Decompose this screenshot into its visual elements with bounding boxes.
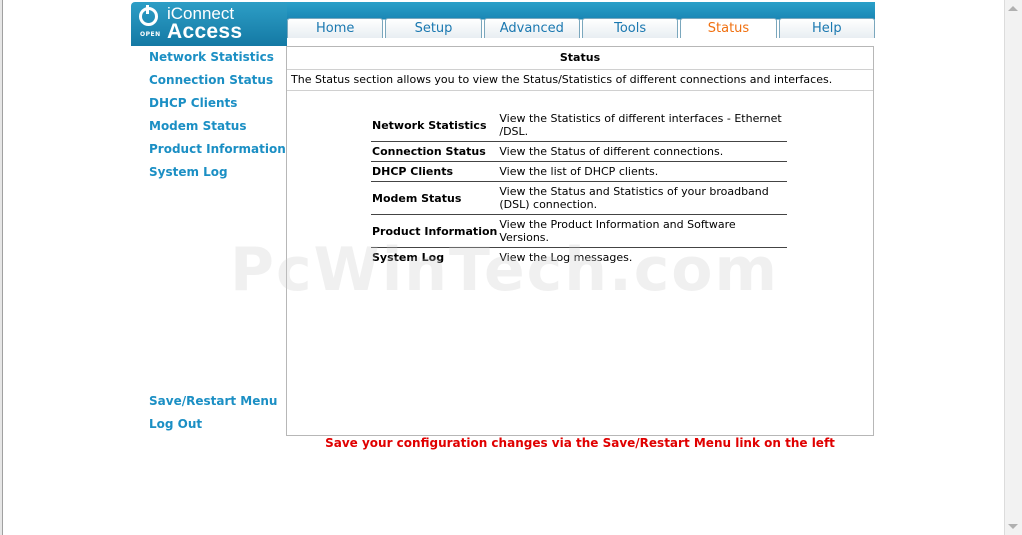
sidebar-item-connection-status[interactable]: Connection Status bbox=[149, 73, 273, 87]
row-description: View the Product Information and Softwar… bbox=[498, 214, 787, 248]
table-row: Connection Status View the Status of dif… bbox=[371, 141, 787, 162]
table-row: DHCP Clients View the list of DHCP clien… bbox=[371, 161, 787, 182]
save-reminder-notice: Save your configuration changes via the … bbox=[325, 436, 835, 450]
row-name: Network Statistics bbox=[371, 109, 499, 142]
table-row: System Log View the Log messages. bbox=[371, 248, 787, 268]
row-description: View the Status and Statistics of your b… bbox=[498, 181, 787, 215]
row-name: System Log bbox=[372, 251, 445, 264]
row-name: DHCP Clients bbox=[371, 161, 499, 182]
page-title: Status bbox=[287, 47, 873, 70]
tab-home[interactable]: Home bbox=[287, 18, 384, 38]
main-tabs: Home Setup Advanced Tools Status Help bbox=[287, 18, 875, 38]
table-row: Modem Status View the Status and Statist… bbox=[371, 181, 787, 215]
tab-setup[interactable]: Setup bbox=[385, 18, 482, 38]
page-intro: The Status section allows you to view th… bbox=[287, 70, 873, 91]
vertical-scrollbar[interactable] bbox=[1004, 0, 1022, 535]
scroll-down-arrow-icon[interactable] bbox=[1008, 524, 1018, 529]
sidebar-item-dhcp-clients[interactable]: DHCP Clients bbox=[149, 96, 237, 110]
row-name: Product Information bbox=[371, 214, 499, 248]
row-description: View the Status of different connections… bbox=[498, 141, 787, 162]
row-description: View the Log messages. bbox=[499, 251, 633, 264]
scroll-up-arrow-icon[interactable] bbox=[1008, 6, 1018, 11]
tab-help[interactable]: Help bbox=[778, 18, 875, 38]
sidebar-item-modem-status[interactable]: Modem Status bbox=[149, 119, 247, 133]
brand-name-line2: Access bbox=[167, 20, 243, 43]
window-left-edge bbox=[0, 0, 3, 535]
table-row: Network Statistics View the Statistics o… bbox=[371, 109, 787, 142]
sidebar-item-log-out[interactable]: Log Out bbox=[149, 417, 202, 431]
row-name: Modem Status bbox=[371, 181, 499, 215]
row-description: View the Statistics of different interfa… bbox=[498, 109, 787, 142]
brand-open-label: OPEN bbox=[140, 31, 161, 38]
sidebar-item-network-statistics[interactable]: Network Statistics bbox=[149, 50, 274, 64]
status-sections-table: Network Statistics View the Statistics o… bbox=[371, 109, 787, 267]
sidebar-item-system-log[interactable]: System Log bbox=[149, 165, 228, 179]
sidebar-item-save-restart-menu[interactable]: Save/Restart Menu bbox=[149, 394, 277, 408]
brand-logo: OPEN iConnect Access bbox=[131, 2, 287, 46]
tab-status[interactable]: Status bbox=[680, 18, 777, 38]
table-row: Product Information View the Product Inf… bbox=[371, 214, 787, 248]
row-description: View the list of DHCP clients. bbox=[498, 161, 787, 182]
status-panel: Status The Status section allows you to … bbox=[286, 46, 874, 436]
tab-advanced[interactable]: Advanced bbox=[483, 18, 580, 38]
power-icon bbox=[139, 5, 158, 26]
tab-tools[interactable]: Tools bbox=[581, 18, 679, 38]
row-name: Connection Status bbox=[371, 141, 499, 162]
sidebar-item-product-information[interactable]: Product Information bbox=[149, 142, 286, 156]
